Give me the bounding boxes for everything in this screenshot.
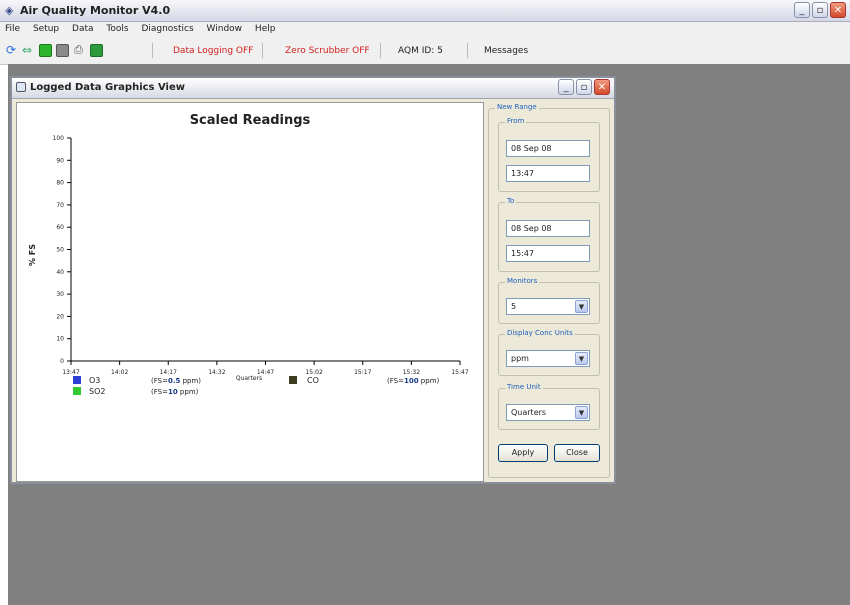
stop-icon[interactable] bbox=[56, 44, 69, 57]
display-units-select[interactable]: ppm ▼ bbox=[506, 350, 590, 367]
y-tick-label: 90 bbox=[56, 157, 64, 164]
aqm-id-label: AQM ID: 5 bbox=[398, 46, 443, 56]
toolbar-separator bbox=[380, 43, 381, 58]
link-icon[interactable]: ⇔ bbox=[22, 44, 35, 57]
time-unit-selected-value: Quarters bbox=[511, 408, 547, 417]
time-unit-select[interactable]: Quarters ▼ bbox=[506, 404, 590, 421]
child-minimize-button[interactable]: _ bbox=[558, 79, 574, 95]
legend-full-scale: (FS=0.5 ppm) bbox=[151, 377, 201, 385]
menu-window[interactable]: Window bbox=[202, 22, 248, 34]
range-side-panel: New Range From 08 Sep 08 13:47 To 08 Sep… bbox=[488, 102, 612, 482]
child-maximize-button[interactable]: ▫ bbox=[576, 79, 592, 95]
to-time-field[interactable]: 15:47 bbox=[506, 245, 590, 262]
app-icon: ◈ bbox=[5, 4, 14, 17]
from-time-field[interactable]: 13:47 bbox=[506, 165, 590, 182]
x-tick-label: 14:17 bbox=[160, 369, 177, 376]
menu-help[interactable]: Help bbox=[250, 22, 281, 34]
legend-full-scale: (FS=10 ppm) bbox=[151, 388, 199, 396]
display-units-label: Display Conc Units bbox=[505, 329, 575, 337]
to-date-field[interactable]: 08 Sep 08 bbox=[506, 220, 590, 237]
y-tick-label: 60 bbox=[56, 224, 64, 231]
monitors-selected-value: 5 bbox=[511, 302, 517, 311]
toolbar-separator bbox=[262, 43, 263, 58]
legend-swatch bbox=[73, 387, 81, 395]
legend-swatch bbox=[289, 376, 297, 384]
messages-label[interactable]: Messages bbox=[484, 46, 528, 56]
x-tick-label: 15:02 bbox=[305, 369, 322, 376]
toolbar: ⟳ ⇔ ⎙ Data Logging OFF Zero Scrubber OFF… bbox=[0, 38, 850, 65]
menu-bar: File Setup Data Tools Diagnostics Window… bbox=[0, 22, 850, 38]
close-button[interactable]: Close bbox=[554, 444, 600, 462]
legend-series-name: SO2 bbox=[89, 387, 105, 396]
y-tick-label: 40 bbox=[56, 269, 64, 276]
zero-scrubber-status[interactable]: Zero Scrubber OFF bbox=[285, 46, 370, 56]
time-unit-label: Time Unit bbox=[505, 383, 543, 391]
menu-setup[interactable]: Setup bbox=[28, 22, 64, 34]
to-label: To bbox=[505, 197, 517, 205]
start-icon[interactable] bbox=[39, 44, 52, 57]
child-window-controls: _ ▫ ✕ bbox=[558, 79, 610, 95]
legend-full-scale: (FS=100 ppm) bbox=[387, 377, 440, 385]
y-tick-label: 80 bbox=[56, 180, 64, 187]
y-axis-label: % FS bbox=[28, 244, 37, 266]
x-tick-label: 15:47 bbox=[451, 369, 468, 376]
legend-series-name: CO bbox=[307, 376, 319, 385]
new-range-label: New Range bbox=[495, 103, 539, 111]
data-logging-status[interactable]: Data Logging OFF bbox=[173, 46, 253, 56]
y-tick-label: 70 bbox=[56, 202, 64, 209]
apply-button[interactable]: Apply bbox=[498, 444, 548, 462]
units-selected-value: ppm bbox=[511, 354, 529, 363]
legend-swatch bbox=[73, 376, 81, 384]
y-tick-label: 100 bbox=[53, 135, 65, 142]
export-icon[interactable] bbox=[90, 44, 103, 57]
monitors-label: Monitors bbox=[505, 277, 540, 285]
menu-tools[interactable]: Tools bbox=[101, 22, 133, 34]
chevron-down-icon[interactable]: ▼ bbox=[575, 352, 588, 365]
app-title: Air Quality Monitor V4.0 bbox=[20, 4, 171, 17]
child-window-title-bar: Logged Data Graphics View _ ▫ ✕ bbox=[12, 78, 614, 99]
app-close-button[interactable]: ✕ bbox=[830, 2, 846, 18]
y-tick-label: 10 bbox=[56, 336, 64, 343]
from-date-field[interactable]: 08 Sep 08 bbox=[506, 140, 590, 157]
menu-file[interactable]: File bbox=[0, 22, 25, 34]
chevron-down-icon[interactable]: ▼ bbox=[575, 300, 588, 313]
chart-panel: Scaled Readings 0 10 20 30 40 50 60 70 80 90 100 1… bbox=[16, 102, 484, 482]
app-maximize-button[interactable]: ▫ bbox=[812, 2, 828, 18]
connect-icon[interactable]: ⟳ bbox=[6, 44, 19, 57]
child-window-title: Logged Data Graphics View bbox=[30, 82, 186, 93]
x-tick-label: 15:17 bbox=[354, 369, 371, 376]
monitors-select[interactable]: 5 ▼ bbox=[506, 298, 590, 315]
y-tick-label: 30 bbox=[56, 291, 64, 298]
from-label: From bbox=[505, 117, 527, 125]
legend-series-name: O3 bbox=[89, 376, 100, 385]
y-tick-label: 20 bbox=[56, 313, 64, 320]
logged-data-graphics-window: Logged Data Graphics View _ ▫ ✕ Scaled R… bbox=[10, 76, 616, 484]
toolbar-separator bbox=[152, 43, 153, 58]
window-icon bbox=[16, 82, 26, 92]
x-tick-label: 13:47 bbox=[62, 369, 79, 376]
scaled-readings-chart: 0 10 20 30 40 50 60 70 80 90 100 13:47 14:02 14:17 14… bbox=[28, 135, 469, 396]
chevron-down-icon[interactable]: ▼ bbox=[575, 406, 588, 419]
x-tick-label: 15:32 bbox=[403, 369, 420, 376]
app-minimize-button[interactable]: _ bbox=[794, 2, 810, 18]
x-tick-label: 14:32 bbox=[208, 369, 225, 376]
y-tick-label: 50 bbox=[56, 247, 64, 254]
x-axis-label: Quarters bbox=[236, 375, 262, 382]
menu-diagnostics[interactable]: Diagnostics bbox=[136, 22, 198, 34]
print-icon[interactable]: ⎙ bbox=[74, 44, 87, 57]
app-title-bar: ◈ Air Quality Monitor V4.0 _ ▫ ✕ bbox=[0, 0, 850, 22]
toolbar-separator bbox=[467, 43, 468, 58]
menu-data[interactable]: Data bbox=[67, 22, 99, 34]
y-tick-label: 0 bbox=[60, 358, 64, 365]
child-close-button[interactable]: ✕ bbox=[594, 79, 610, 95]
app-window-controls: _ ▫ ✕ bbox=[794, 2, 846, 18]
x-tick-label: 14:02 bbox=[111, 369, 128, 376]
